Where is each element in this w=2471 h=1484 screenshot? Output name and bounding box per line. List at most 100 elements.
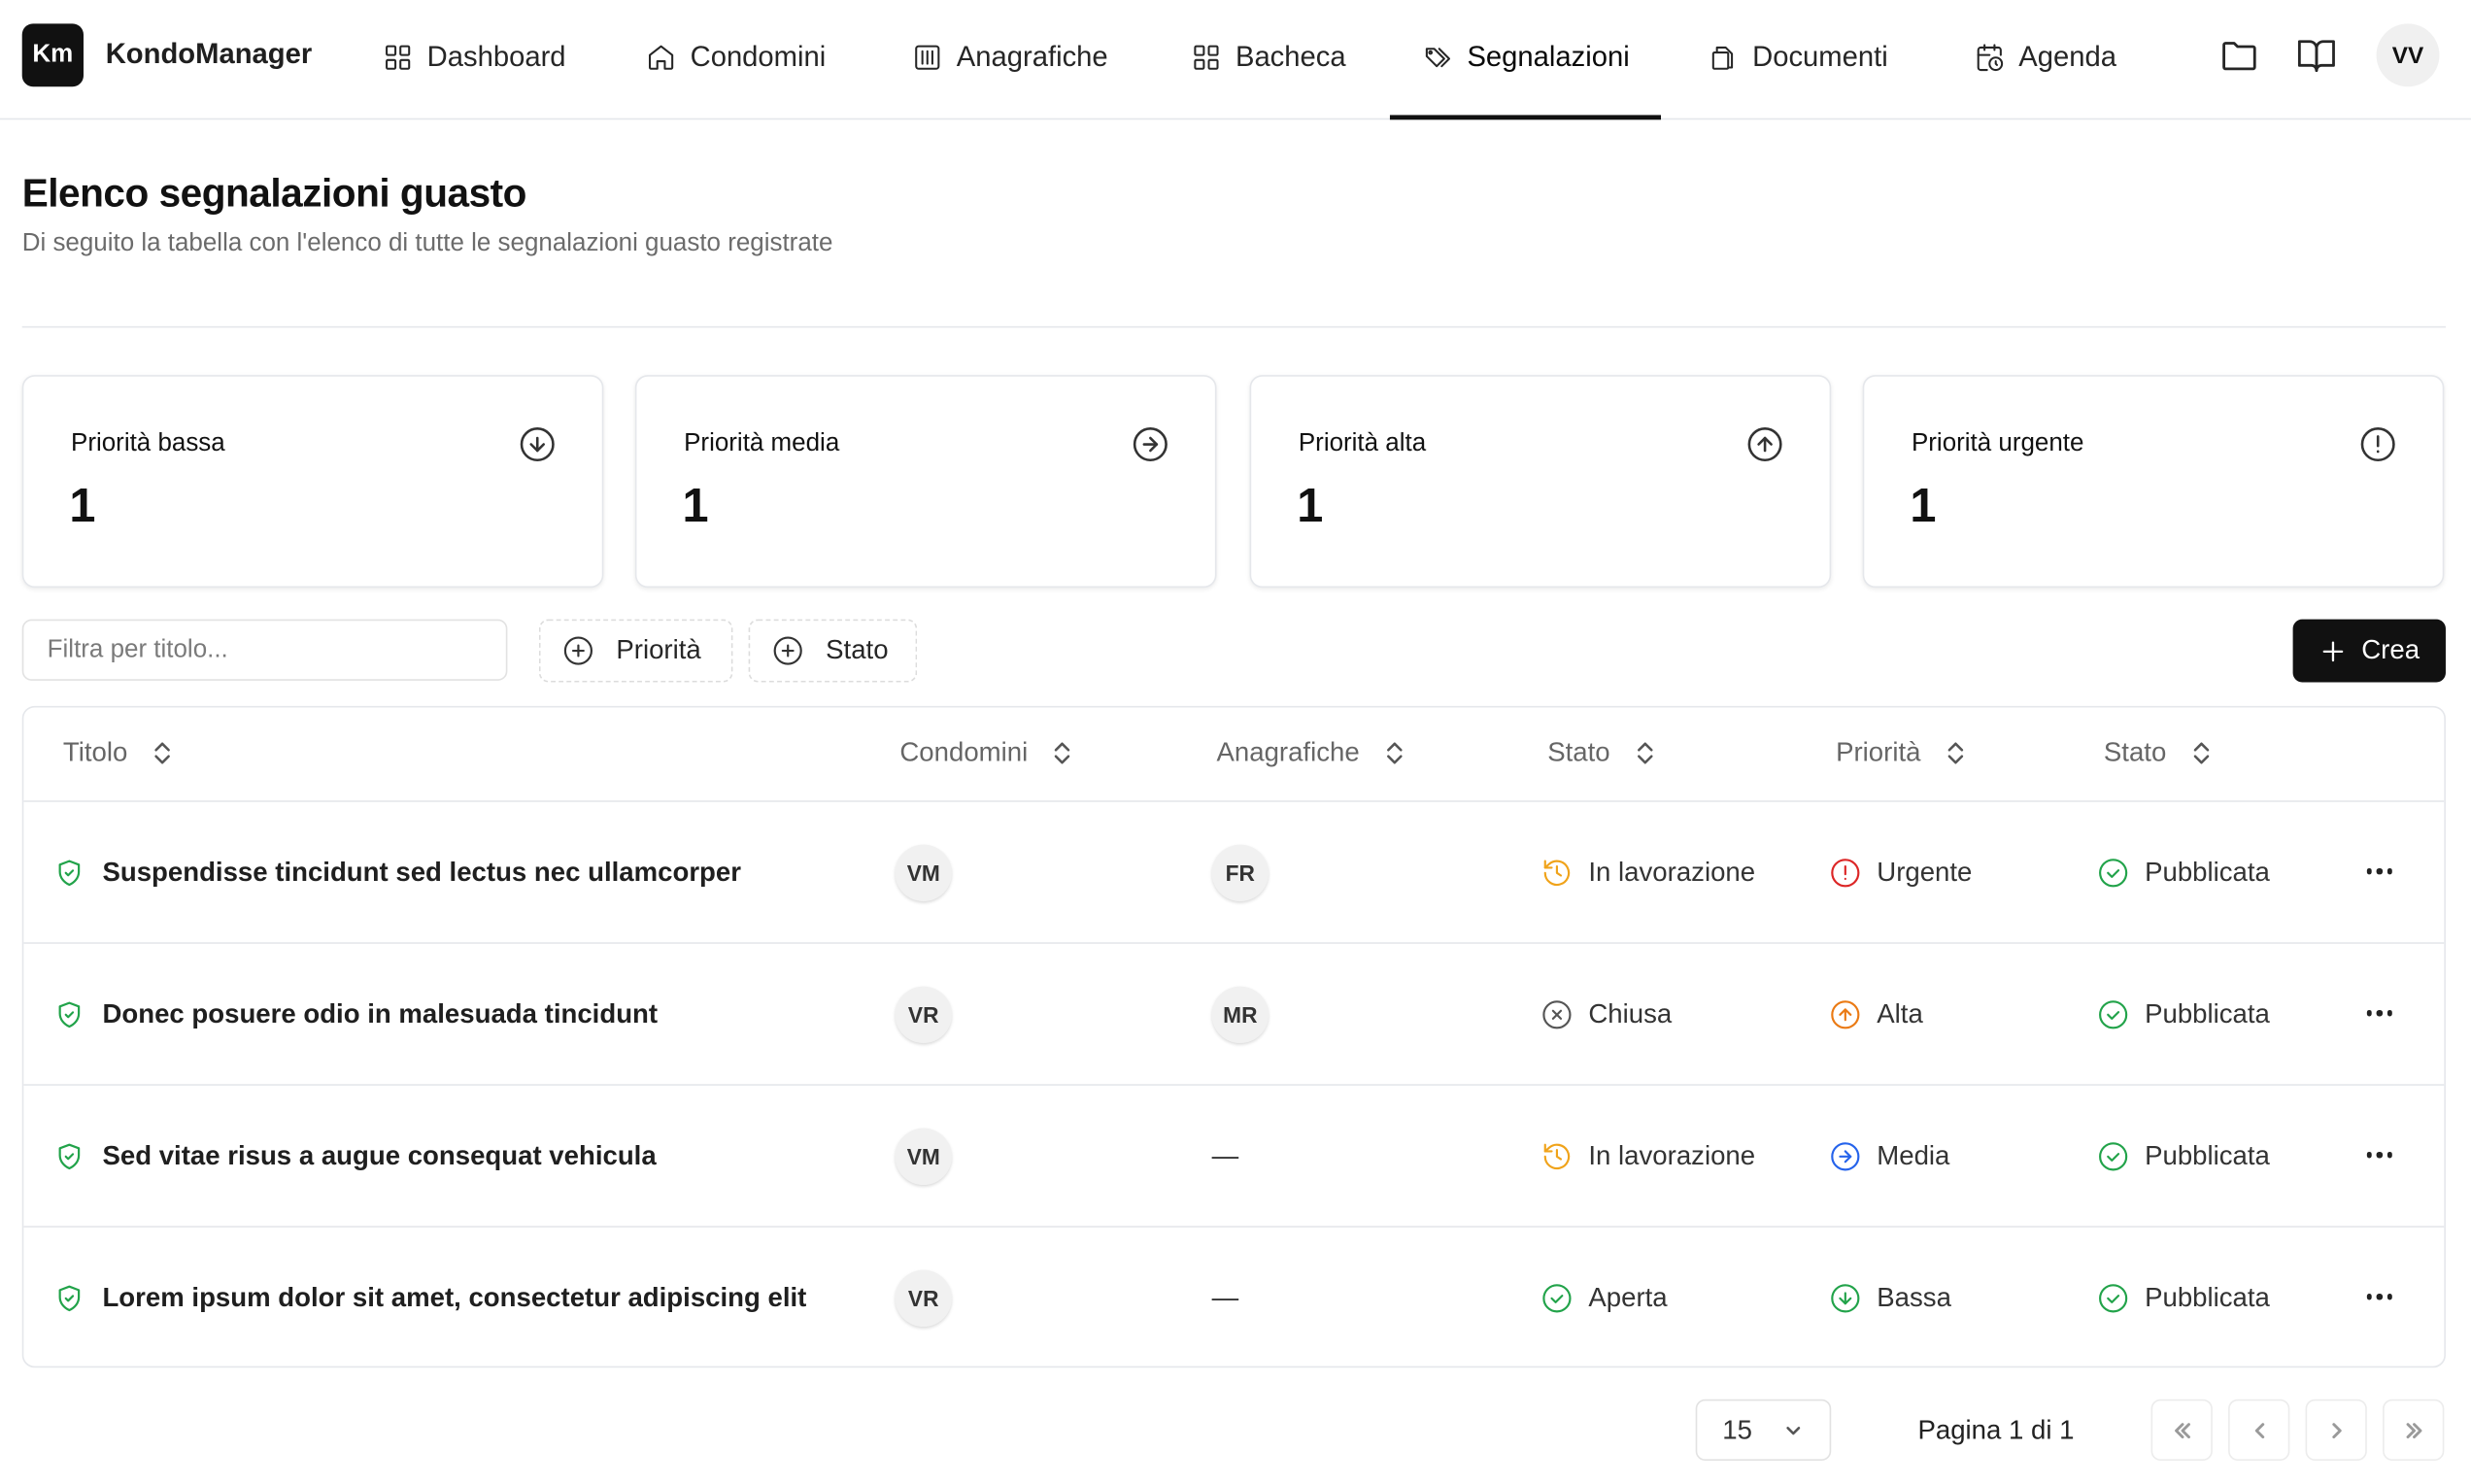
nav-item-segnalazioni[interactable]: Segnalazioni bbox=[1423, 38, 1630, 76]
x-circle-icon bbox=[1542, 1000, 1572, 1029]
last-page-button[interactable] bbox=[2383, 1399, 2445, 1461]
nav-item-bacheca[interactable]: Bacheca bbox=[1192, 38, 1346, 76]
column-header: Anagrafiche bbox=[1216, 737, 1360, 768]
create-button[interactable]: Crea bbox=[2292, 619, 2446, 683]
calendar-clock-icon bbox=[1977, 43, 2004, 71]
tags-icon bbox=[1425, 47, 1451, 67]
row-actions-button[interactable] bbox=[2364, 997, 2395, 1029]
top-navbar: Km KondoManager Dashboard Condomini Anag… bbox=[0, 0, 2471, 120]
publication-cell: Pubblicata bbox=[2097, 944, 2270, 1086]
row-actions-button[interactable] bbox=[2364, 1139, 2395, 1170]
folder-button[interactable] bbox=[2218, 35, 2259, 76]
nav-label: Bacheca bbox=[1235, 40, 1346, 72]
prev-page-button[interactable] bbox=[2228, 1399, 2290, 1461]
check-circle-icon bbox=[2099, 1142, 2128, 1171]
chip-label: Priorità bbox=[616, 634, 701, 665]
active-tab-indicator bbox=[1389, 115, 1662, 120]
sort-priority-button[interactable]: Priorità bbox=[1836, 737, 1968, 768]
avatar[interactable]: VR bbox=[895, 1269, 952, 1328]
publication-label: Pubblicata bbox=[2145, 998, 2270, 1029]
nav-item-documenti[interactable]: Documenti bbox=[1709, 38, 1888, 76]
row-actions-button[interactable] bbox=[2364, 1281, 2395, 1312]
book-open-icon bbox=[2297, 40, 2335, 73]
rows-per-page-value: 15 bbox=[1722, 1414, 1752, 1444]
avatar[interactable]: VR bbox=[895, 986, 952, 1044]
card-label: Priorità media bbox=[684, 429, 840, 457]
condominio-cell: VR bbox=[895, 1228, 952, 1366]
table-row[interactable]: Suspendisse tincidunt sed lectus nec ull… bbox=[23, 802, 2445, 944]
docs-button[interactable] bbox=[2296, 35, 2337, 76]
shield-check-icon bbox=[58, 1143, 81, 1170]
card-priority-medium: Priorità media 1 bbox=[634, 375, 1217, 589]
history-icon bbox=[1543, 860, 1571, 887]
anagrafica-cell: — bbox=[1212, 1086, 1239, 1228]
card-label: Priorità bassa bbox=[71, 429, 225, 457]
nav-label: Condomini bbox=[690, 40, 827, 72]
nav-item-dashboard[interactable]: Dashboard bbox=[383, 38, 566, 76]
table-row[interactable]: Lorem ipsum dolor sit amet, consectetur … bbox=[23, 1228, 2444, 1366]
chevrons-up-down-icon bbox=[2193, 742, 2209, 764]
priority-label: Media bbox=[1877, 1140, 1950, 1171]
column-header: Stato bbox=[2103, 737, 2167, 768]
empty-value: — bbox=[1211, 1140, 1239, 1171]
row-title: Sed vitae risus a augue consequat vehicu… bbox=[102, 1140, 657, 1171]
sort-publication-button[interactable]: Stato bbox=[2104, 737, 2214, 768]
nav-item-agenda[interactable]: Agenda bbox=[1975, 38, 2116, 76]
publication-cell: Pubblicata bbox=[2097, 1086, 2270, 1228]
chevrons-up-down-icon bbox=[1055, 742, 1070, 764]
chevrons-up-down-icon bbox=[1386, 742, 1403, 764]
check-circle-icon bbox=[2099, 1000, 2128, 1029]
app-logo[interactable]: Km bbox=[21, 23, 84, 87]
row-actions-button[interactable] bbox=[2364, 856, 2395, 887]
table-row[interactable]: Sed vitae risus a augue consequat vehicu… bbox=[23, 1086, 2445, 1228]
priority-cell: Alta bbox=[1830, 944, 1923, 1086]
card-value: 1 bbox=[69, 480, 96, 533]
chevron-down-icon bbox=[1786, 1426, 1801, 1434]
nav-item-condomini[interactable]: Condomini bbox=[646, 38, 826, 76]
sort-anagrafiche-button[interactable]: Anagrafiche bbox=[1216, 737, 1406, 768]
table-row[interactable]: Donec posuere odio in malesuada tincidun… bbox=[23, 944, 2445, 1086]
priority-filter-button[interactable]: Priorità bbox=[538, 619, 733, 683]
status-label: Chiusa bbox=[1588, 998, 1673, 1029]
sort-title-button[interactable]: Titolo bbox=[63, 737, 175, 768]
sort-condomini-button[interactable]: Condomini bbox=[899, 737, 1075, 768]
condominio-cell: VM bbox=[895, 802, 952, 944]
avatar[interactable]: VM bbox=[895, 844, 952, 902]
title-filter-input[interactable] bbox=[21, 619, 508, 681]
sort-status-button[interactable]: Stato bbox=[1547, 737, 1657, 768]
title-cell[interactable]: Sed vitae risus a augue consequat vehicu… bbox=[55, 1086, 657, 1228]
card-label: Priorità urgente bbox=[1911, 429, 2084, 457]
chevrons-up-down-icon bbox=[1637, 742, 1653, 764]
next-page-button[interactable] bbox=[2305, 1399, 2367, 1461]
title-cell[interactable]: Lorem ipsum dolor sit amet, consectetur … bbox=[55, 1228, 806, 1366]
page-title: Elenco segnalazioni guasto bbox=[21, 171, 527, 217]
chevrons-up-down-icon bbox=[154, 742, 170, 764]
arrow-down-circle-icon bbox=[1831, 1284, 1860, 1313]
status-label: In lavorazione bbox=[1588, 1140, 1756, 1171]
avatar[interactable]: FR bbox=[1211, 844, 1269, 902]
first-page-button[interactable] bbox=[2150, 1399, 2213, 1461]
condominio-cell: VR bbox=[895, 944, 952, 1086]
empty-value: — bbox=[1211, 1282, 1239, 1313]
column-header: Titolo bbox=[62, 737, 128, 768]
rows-per-page-select[interactable]: 15 bbox=[1695, 1399, 1832, 1461]
arrow-down-circle-icon bbox=[519, 425, 557, 463]
alert-circle-icon bbox=[1831, 859, 1860, 888]
status-filter-button[interactable]: Stato bbox=[748, 619, 918, 683]
column-header: Priorità bbox=[1836, 737, 1921, 768]
title-cell[interactable]: Donec posuere odio in malesuada tincidun… bbox=[55, 944, 658, 1086]
condominio-cell: VM bbox=[895, 1086, 952, 1228]
arrow-up-circle-icon bbox=[1831, 1000, 1860, 1029]
app-root: Km KondoManager Dashboard Condomini Anag… bbox=[0, 0, 2471, 1484]
nav-label: Dashboard bbox=[426, 40, 566, 72]
title-cell[interactable]: Suspendisse tincidunt sed lectus nec ull… bbox=[55, 802, 741, 944]
avatar[interactable]: MR bbox=[1211, 986, 1269, 1044]
user-avatar[interactable]: VV bbox=[2376, 23, 2440, 87]
card-value: 1 bbox=[682, 480, 709, 533]
status-cell: In lavorazione bbox=[1541, 802, 1755, 944]
nav-item-anagrafiche[interactable]: Anagrafiche bbox=[912, 38, 1108, 76]
card-priority-high: Priorità alta 1 bbox=[1249, 375, 1832, 589]
columns-icon bbox=[915, 44, 940, 69]
avatar[interactable]: VM bbox=[895, 1128, 952, 1186]
app-name[interactable]: KondoManager bbox=[106, 38, 313, 71]
